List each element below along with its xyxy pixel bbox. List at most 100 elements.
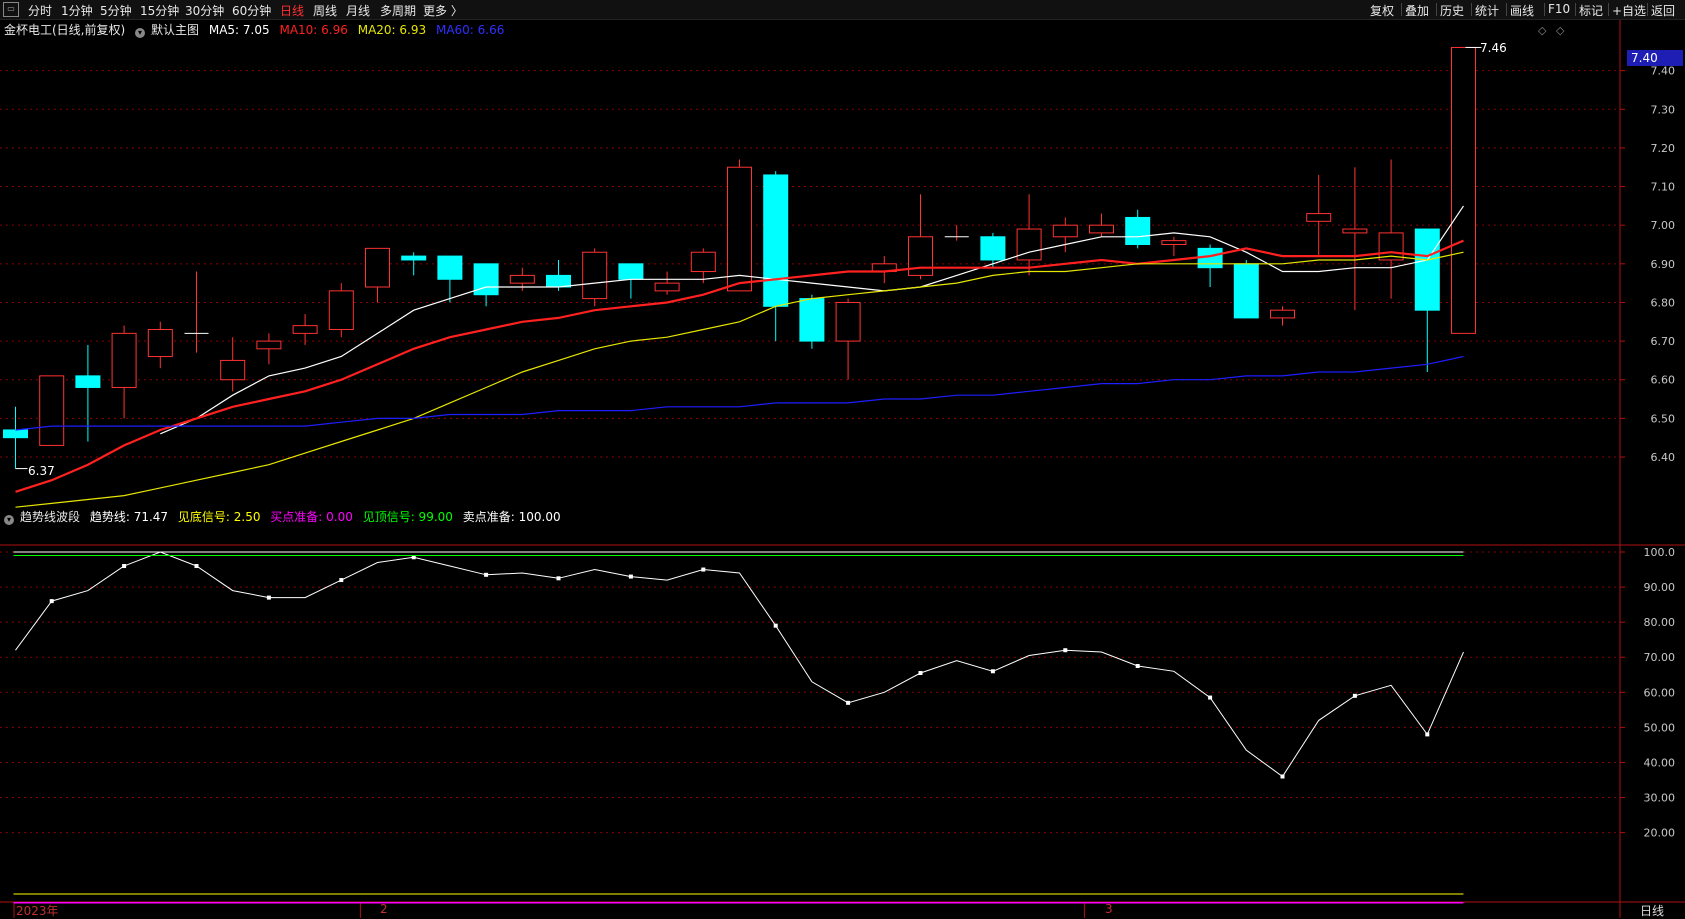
candle (1197, 244, 1223, 287)
candle-body-up (1270, 309, 1295, 319)
main-ytick-label: 7.20 (1651, 142, 1676, 155)
trend-line (15, 551, 1464, 778)
trend-point (194, 564, 199, 569)
candle-body-down (1125, 216, 1151, 245)
trend-point (1208, 695, 1213, 700)
candle (1089, 213, 1114, 237)
candle (727, 159, 752, 292)
candle-body-up (690, 251, 716, 273)
trend-point (122, 564, 127, 569)
date-label-feb: 2 (380, 902, 388, 916)
candle (1125, 209, 1151, 249)
candle-body-up (220, 359, 246, 381)
candle (582, 248, 608, 307)
candle (908, 194, 933, 280)
candle (220, 337, 246, 392)
sub-ytick-label: 70.00 (1644, 651, 1676, 664)
candle (1016, 194, 1042, 276)
trend-point (1425, 732, 1430, 737)
candle (1451, 46, 1476, 334)
trend-point (918, 671, 923, 676)
high-price-label: 7.46 (1480, 41, 1507, 55)
candle (980, 232, 1006, 268)
candle (1052, 217, 1078, 253)
sub-ytick-label: 50.00 (1644, 721, 1676, 734)
candle-body-up (365, 247, 390, 288)
sub-ytick-label: 100.0 (1644, 546, 1676, 559)
candle (3, 406, 28, 469)
candle-body-up (509, 274, 535, 284)
candle (799, 294, 825, 349)
candle-body-up (582, 251, 608, 300)
candle-body-up (1052, 224, 1078, 238)
candle-body-up (1306, 213, 1332, 222)
candle (1306, 174, 1332, 257)
sub-ytick-label: 40.00 (1644, 756, 1676, 769)
candle (328, 283, 354, 338)
trend-point (701, 567, 706, 572)
main-ytick-label: 6.60 (1651, 374, 1676, 387)
candle (763, 171, 789, 342)
main-ytick-label: 6.50 (1651, 412, 1676, 425)
candle-body-up (111, 332, 137, 388)
trend-point (990, 669, 995, 674)
candle (292, 314, 318, 345)
main-ytick-label: 6.80 (1651, 296, 1676, 309)
candle-body-up (1342, 228, 1368, 234)
candle-body-up (1161, 240, 1187, 246)
sub-ytick-label: 20.00 (1644, 827, 1676, 840)
trend-point (1063, 648, 1068, 653)
candle-body-up (1451, 46, 1476, 334)
candle-body-up (835, 301, 861, 342)
candle-body-down (401, 255, 427, 261)
trend-point (1280, 774, 1285, 779)
main-ytick-label: 7.40 (1651, 65, 1676, 78)
candle (944, 225, 969, 241)
main-ytick-label: 7.00 (1651, 219, 1676, 232)
candle (1270, 306, 1295, 326)
candle-body-up (39, 375, 65, 446)
period-label[interactable]: 日线 (1640, 902, 1664, 919)
candle-body-down (437, 255, 463, 280)
diamond-icon: ◇ (1538, 24, 1547, 37)
candle (147, 321, 173, 369)
candle-body-down (1233, 263, 1259, 319)
sub-ytick-label: 60.00 (1644, 686, 1676, 699)
candle (184, 271, 209, 353)
candle-body-up (147, 329, 173, 358)
low-price-label: 6.37 (28, 464, 55, 478)
main-ytick-label: 7.30 (1651, 103, 1676, 116)
trend-point (773, 623, 778, 628)
chart-canvas[interactable]: 7.40 7.30 7.20 7.10 7.00 6.90 6.80 6.70 6.60 6.50… (0, 0, 1685, 918)
candle-body-down (546, 274, 571, 288)
trend-point (484, 572, 489, 577)
trend-point (339, 578, 344, 583)
date-label-year: 2023年 (16, 904, 59, 918)
sub-ytick-label: 80.00 (1644, 616, 1676, 629)
candle (256, 333, 282, 365)
candle (1342, 167, 1368, 311)
candle (1233, 259, 1259, 319)
candle (473, 263, 499, 307)
candle (835, 298, 861, 380)
main-ytick-label: 6.40 (1651, 451, 1676, 464)
trend-point (846, 700, 851, 705)
trend-point (556, 576, 561, 581)
candle (75, 344, 101, 442)
candle-body-down (980, 236, 1006, 261)
sub-ytick-label: 90.00 (1644, 581, 1676, 594)
sub-ytick-label: 30.00 (1644, 792, 1676, 805)
main-ytick-label: 7.10 (1651, 181, 1676, 194)
main-ytick-label: 6.90 (1651, 258, 1676, 271)
candle-body-up (654, 282, 680, 292)
candle-body-up (292, 325, 318, 334)
current-price-badge: 7.40 (1627, 50, 1683, 66)
candle-body-down (618, 263, 644, 280)
candle-body-down (3, 429, 28, 439)
candle-body-up (256, 340, 282, 350)
candle-body-down (1414, 228, 1440, 311)
trend-point (1352, 693, 1357, 698)
date-label-mar: 3 (1105, 902, 1113, 916)
candle (39, 375, 65, 446)
candle (1414, 228, 1440, 372)
